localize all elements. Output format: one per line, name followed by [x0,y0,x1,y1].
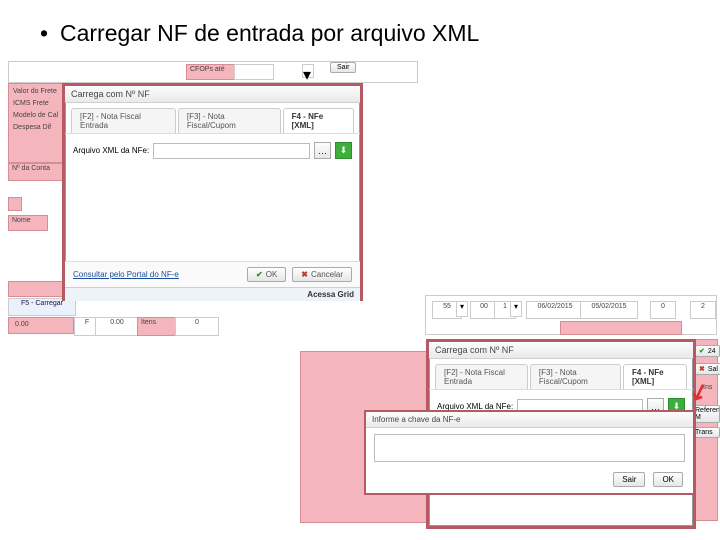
tab2-f3-cupom[interactable]: [F3] - Nota Fiscal/Cupom [530,364,621,389]
tab2-f4-xml[interactable]: F4 - NFe [XML] [623,364,687,389]
label-icms: ICMS Frete [10,99,52,108]
download-icon[interactable]: ⬇ [335,142,352,159]
cell-0: 0 [650,301,676,319]
label-frete: Valor do Frete [10,87,60,96]
dialog-carrega-nf-2: Carrega com Nº NF [F2] - Nota Fiscal Ent… [426,339,696,529]
tab-f3-cupom[interactable]: [F3] - Nota Fiscal/Cupom [178,108,281,133]
ok-button[interactable]: ✔OK [247,267,286,282]
val-000: 0.00 [12,320,32,329]
screenshot-stage: CFOPs até ▾ Sair Valor do Frete ICMS Fre… [0,61,720,531]
label-despesa: Despesa Dif [10,123,54,132]
tab-f4-xml[interactable]: F4 - NFe [XML] [283,108,354,133]
side-btn-24[interactable]: ✔24 [695,345,720,357]
check-icon: ✔ [699,347,705,355]
label-arquivo-xml: Arquivo XML da NFe: [73,146,149,155]
row-arquivo-xml: Arquivo XML da NFe: … ⬇ [65,134,360,161]
dialog-informe-chave: Informe a chave da NF-e Sair OK [364,410,695,495]
bg-strip [560,321,682,335]
chevron-down-icon[interactable]: ▾ [302,64,314,78]
dialog1-footer: Consultar pelo Portal do NF-e ✔OK ✖Cance… [65,261,360,287]
side-btn-trans[interactable]: Trans [692,427,720,438]
bg-cell [8,281,66,297]
label-nome: Nome [8,215,48,231]
bullet-text: Carregar NF de entrada por arquivo XML [60,20,479,46]
sair-button-bg[interactable]: Sair [330,62,356,73]
ok-button-2[interactable]: OK [653,472,683,487]
slide-bullet: Carregar NF de entrada por arquivo XML [60,20,720,47]
check-icon: ✔ [256,270,263,279]
dialog2-tabs: [F2] - Nota Fiscal Entrada [F3] - Nota F… [429,359,693,390]
chave-nfe-input[interactable] [374,434,685,462]
side-btn-sal[interactable]: ✖Sal [695,363,720,375]
val-000b: 0.00 [95,317,139,336]
sair-button[interactable]: Sair [613,472,645,487]
side-btn-ref[interactable]: Referencia M [692,405,720,423]
bg-cell [8,197,22,211]
dialog-carrega-nf-1: Carrega com Nº NF [F2] - Nota Fiscal Ent… [62,83,363,301]
tab2-f2-entrada[interactable]: [F2] - Nota Fiscal Entrada [435,364,528,389]
cancel-button[interactable]: ✖Cancelar [292,267,352,282]
cell-date2: 05/02/2015 [580,301,638,319]
dialog1-status: Acessa Grid [65,287,360,301]
arquivo-xml-input[interactable] [153,143,310,159]
bg-chip: CFOPs até [186,64,238,80]
close-icon: ✖ [301,270,308,279]
dialog1-title: Carrega com Nº NF [65,86,360,103]
bg-cell [234,64,274,80]
browse-button[interactable]: … [314,142,331,159]
dialog1-tabs: [F2] - Nota Fiscal Entrada [F3] - Nota F… [65,103,360,134]
chevron-down-icon[interactable]: ▾ [456,301,468,317]
label-modelo: Modelo de Cal [10,111,61,120]
portal-nfe-link[interactable]: Consultar pelo Portal do NF-e [73,270,179,279]
cell-2: 2 [690,301,716,319]
dialog2-title: Carrega com Nº NF [429,342,693,359]
prompt-title: Informe a chave da NF-e [366,412,693,428]
tab-f2-entrada[interactable]: [F2] - Nota Fiscal Entrada [71,108,176,133]
chevron-down-icon[interactable]: ▾ [510,301,522,317]
val-zero: 0 [175,317,219,336]
close-icon: ✖ [699,365,705,373]
cell-date1: 06/02/2015 [526,301,584,319]
side-label-ins: Ins [700,383,715,392]
